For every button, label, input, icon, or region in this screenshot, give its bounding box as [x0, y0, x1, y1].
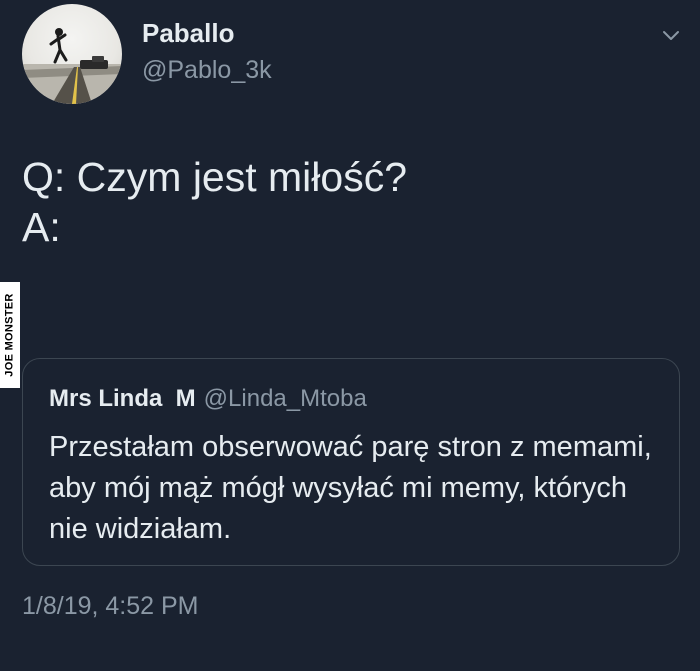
- avatar[interactable]: [22, 4, 122, 104]
- chevron-down-icon[interactable]: [660, 24, 682, 46]
- tweet-text: Q: Czym jest miłość? A:: [22, 154, 407, 250]
- quoted-author-handle: @Linda_Mtoba: [203, 385, 367, 412]
- tweet-timestamp[interactable]: 1/8/19, 4:52 PM: [22, 592, 199, 621]
- quoted-tweet[interactable]: Mrs Linda M @Linda_Mtoba Przestałam obser…: [22, 358, 680, 566]
- quoted-author-name: Mrs Linda M: [49, 385, 196, 412]
- quoted-tweet-text: Przestałam obserwować parę stron z memam…: [49, 431, 652, 545]
- quoted-tweet-header: Mrs Linda M @Linda_Mtoba: [49, 385, 367, 413]
- author-name[interactable]: Paballo: [142, 18, 234, 49]
- watermark-text: JOE MONSTER: [4, 293, 16, 377]
- avatar-photo-icon: [22, 28, 122, 104]
- watermark: JOE MONSTER: [0, 282, 20, 388]
- author-handle[interactable]: @Pablo_3k: [142, 56, 272, 85]
